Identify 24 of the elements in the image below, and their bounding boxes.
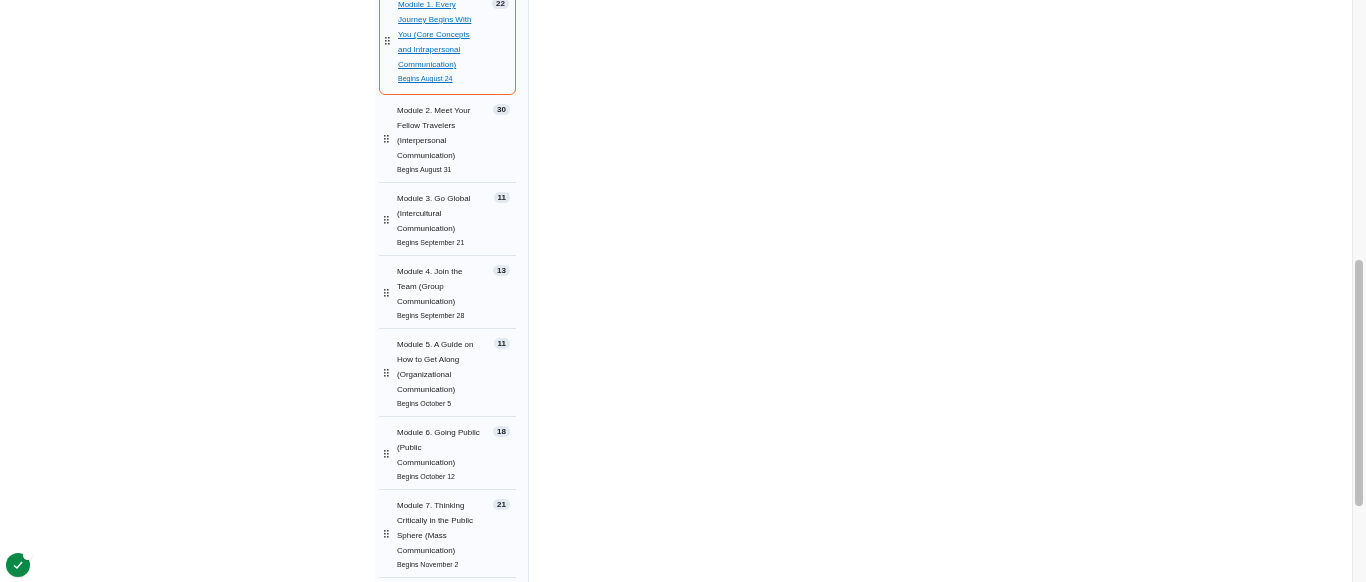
drag-handle-icon[interactable]: [384, 449, 389, 459]
scrollbar[interactable]: [1352, 0, 1366, 582]
module-title: Module 2. Meet Your Fellow Travelers (Interpersonal Communication): [397, 105, 472, 162]
item-count: 22: [492, 0, 509, 9]
drag-handle-icon[interactable]: [384, 215, 389, 225]
module-title: Module 5. A Guide on How to Get Along (Organizational Communication): [397, 339, 475, 396]
drag-handle-icon[interactable]: [384, 288, 389, 298]
module-title: Module 3. Go Global (Intercultural Communication): [397, 193, 472, 235]
module-title: Module 6. Going Public (Public Communication): [397, 427, 481, 469]
scrollbar-thumb[interactable]: [1355, 260, 1363, 506]
item-count: 11: [493, 192, 510, 203]
item-count: 21: [493, 499, 510, 510]
drag-handle-icon[interactable]: [385, 36, 390, 46]
status-check-icon[interactable]: [6, 553, 30, 577]
module-title: Module 4. Join the Team (Group Communication): [397, 266, 464, 308]
drag-handle-icon[interactable]: [384, 135, 389, 144]
item-count: 30: [493, 104, 510, 115]
item-count: 18: [493, 426, 510, 437]
item-count: 11: [493, 338, 510, 349]
item-count: 13: [493, 265, 510, 276]
module-title[interactable]: Module 1. Every Journey Begins With You (Core Concepts and Intrapersonal Communication): [398, 0, 482, 72]
drag-handle-icon[interactable]: [384, 369, 389, 378]
module-title: Module 7. Thinking Critically in the Public Sphere (Mass Communication): [397, 500, 475, 557]
drag-handle-icon[interactable]: [384, 530, 389, 539]
